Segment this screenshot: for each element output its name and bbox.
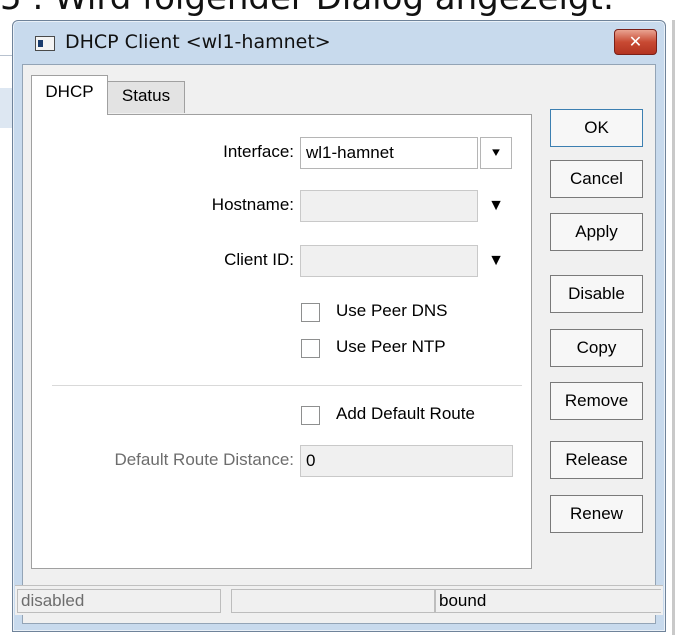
- ok-button[interactable]: OK: [550, 109, 643, 147]
- default-route-distance-label: Default Route Distance:: [114, 450, 294, 469]
- dropdown-arrow-icon: ▼: [488, 197, 504, 214]
- add-default-route-label: Add Default Route: [336, 404, 475, 423]
- renew-button[interactable]: Renew: [550, 495, 643, 533]
- window-icon: [35, 36, 55, 51]
- default-route-distance-field[interactable]: 0: [300, 445, 513, 477]
- combo-arrow-icon: ⯆: [490, 145, 502, 161]
- status-middle: [231, 589, 435, 613]
- close-icon: ✕: [628, 32, 643, 51]
- remove-button[interactable]: Remove: [550, 382, 643, 420]
- dhcp-client-window: DHCP Client <wl1-hamnet> ✕ Status DHCP I…: [12, 20, 666, 632]
- hostname-field[interactable]: [300, 190, 478, 222]
- section-divider: [52, 385, 522, 386]
- interface-dropdown-button[interactable]: ⯆: [480, 137, 512, 169]
- use-peer-dns-label: Use Peer DNS: [336, 301, 448, 320]
- status-dhcp-state: bound: [435, 589, 661, 613]
- use-peer-ntp-checkbox[interactable]: [301, 339, 320, 358]
- client-id-label: Client ID:: [224, 250, 294, 269]
- hostname-dropdown-button[interactable]: ▼: [480, 190, 512, 222]
- close-button[interactable]: ✕: [614, 29, 657, 55]
- status-enabled-state: disabled: [17, 589, 221, 613]
- copy-button[interactable]: Copy: [550, 329, 643, 367]
- use-peer-dns-checkbox[interactable]: [301, 303, 320, 322]
- dropdown-arrow-icon: ▼: [488, 252, 504, 269]
- interface-field[interactable]: wl1-hamnet: [300, 137, 478, 169]
- add-default-route-checkbox[interactable]: [301, 406, 320, 425]
- client-id-dropdown-button[interactable]: ▼: [480, 245, 512, 277]
- release-button[interactable]: Release: [550, 441, 643, 479]
- dhcp-panel: Interface: wl1-hamnet ⯆ Hostname: ▼ Clie…: [31, 114, 532, 569]
- client-id-field[interactable]: [300, 245, 478, 277]
- window-title: DHCP Client <wl1-hamnet>: [65, 31, 331, 53]
- background-caption: 5 . Wird folgender Dialog angezeigt:: [0, 0, 614, 18]
- status-bar: disabled bound: [15, 585, 663, 615]
- title-bar[interactable]: DHCP Client <wl1-hamnet> ✕: [13, 21, 665, 65]
- apply-button[interactable]: Apply: [550, 213, 643, 251]
- tab-dhcp[interactable]: DHCP: [31, 75, 108, 115]
- tab-status[interactable]: Status: [107, 81, 185, 113]
- use-peer-ntp-label: Use Peer NTP: [336, 337, 446, 356]
- cancel-button[interactable]: Cancel: [550, 160, 643, 198]
- disable-button[interactable]: Disable: [550, 275, 643, 313]
- dialog-body: Status DHCP Interface: wl1-hamnet ⯆ Host…: [22, 64, 656, 624]
- hostname-label: Hostname:: [211, 195, 294, 214]
- interface-label: Interface:: [223, 142, 294, 161]
